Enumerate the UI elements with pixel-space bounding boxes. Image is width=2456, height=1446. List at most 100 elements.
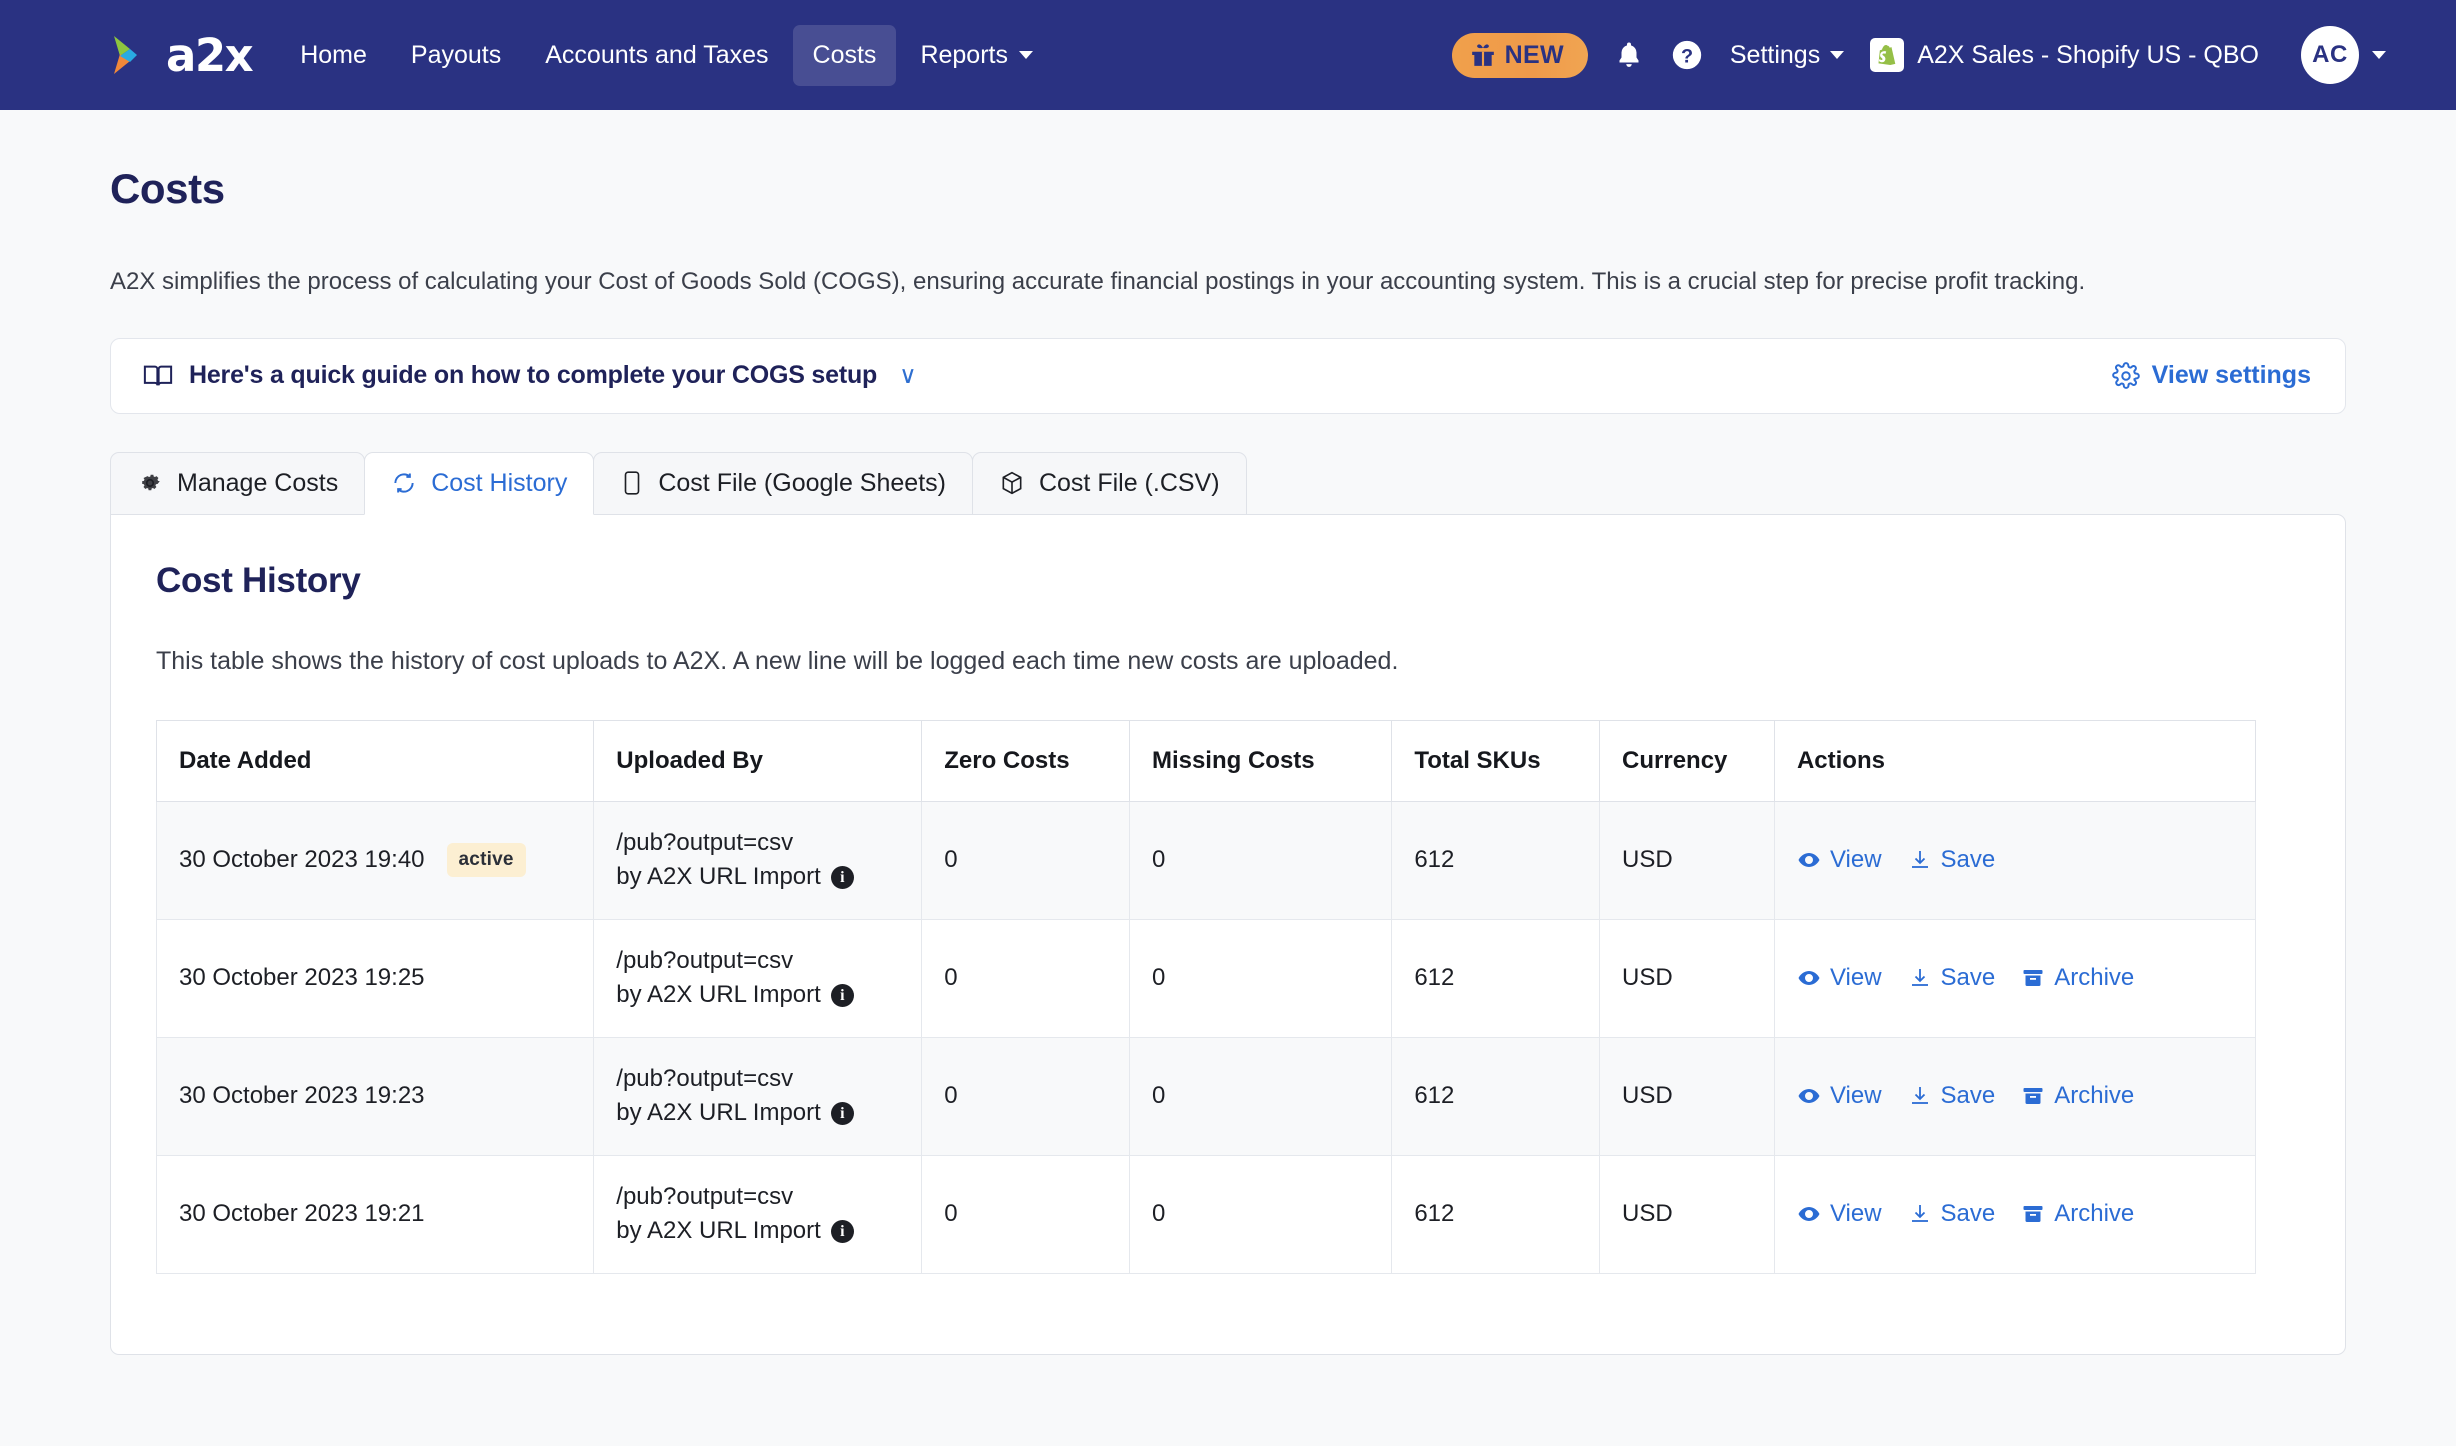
status-badge: active — [446, 843, 526, 878]
brand-logo-link[interactable]: a2x — [110, 32, 254, 78]
cell-actions: View Save — [1773, 800, 2257, 920]
column-header-uploaded-by: Uploaded By — [593, 719, 923, 802]
refresh-icon — [394, 473, 414, 493]
eye-icon — [1798, 971, 1820, 986]
table-row: 30 October 2023 19:40 active /pub?output… — [155, 800, 2257, 920]
account-switcher[interactable]: A2X Sales - Shopify US - QBO — [1870, 38, 2259, 72]
action-label: View — [1829, 846, 1882, 874]
tab-cost-history[interactable]: Cost History — [364, 451, 595, 515]
gear-icon — [2111, 362, 2140, 389]
cell-missing-costs: 0 — [1128, 918, 1393, 1038]
archive-action-button[interactable]: Archive — [2021, 1200, 2134, 1228]
bell-glyph — [1619, 42, 1639, 67]
cost-history-table: Date Added Uploaded By Zero Costs Missin… — [155, 719, 2257, 1274]
action-label: Archive — [2054, 1082, 2135, 1110]
nav-item-costs[interactable]: Costs — [792, 24, 897, 86]
column-header-missing-costs: Missing Costs — [1128, 719, 1393, 802]
cell-currency: USD — [1599, 1154, 1775, 1274]
shopify-glyph — [1878, 45, 1896, 65]
cell-uploaded-by: /pub?output=csv by A2X URL Import i — [593, 918, 923, 1038]
date-text: 30 October 2023 19:40 — [179, 846, 425, 874]
cell-missing-costs: 0 — [1128, 1036, 1393, 1156]
guide-toggle[interactable]: Here's a quick guide on how to complete … — [143, 361, 917, 390]
date-text: 30 October 2023 19:25 — [179, 964, 425, 992]
nav-item-accounts-and-taxes[interactable]: Accounts and Taxes — [525, 25, 788, 86]
nav-item-home[interactable]: Home — [280, 25, 387, 86]
view-settings-button[interactable]: View settings — [2111, 361, 2311, 390]
tab-cost-file-csv[interactable]: Cost File (.CSV) — [971, 451, 1247, 515]
tab-cost-file-google-sheets[interactable]: Cost File (Google Sheets) — [593, 451, 973, 515]
table-body: 30 October 2023 19:40 active /pub?output… — [155, 800, 2257, 1274]
card-description: This table shows the history of cost upl… — [156, 646, 1399, 675]
action-label: Save — [1940, 1082, 1996, 1110]
action-label: Archive — [2054, 1200, 2135, 1228]
user-menu[interactable]: AC — [2301, 26, 2386, 84]
cell-missing-costs: 0 — [1128, 1154, 1393, 1274]
date-text: 30 October 2023 19:21 — [179, 1200, 425, 1228]
cell-date-added: 30 October 2023 19:25 — [155, 918, 595, 1038]
top-navigation-bar: a2x Home Payouts Accounts and Taxes Cost… — [0, 0, 2456, 110]
cell-total-skus: 612 — [1391, 800, 1601, 920]
page-title: Costs — [110, 165, 225, 212]
action-label: View — [1829, 1200, 1882, 1228]
nav-item-payouts[interactable]: Payouts — [391, 25, 521, 86]
gear-icon — [142, 475, 160, 491]
action-label: Save — [1940, 846, 1996, 874]
avatar: AC — [2301, 26, 2359, 84]
account-name: A2X Sales - Shopify US - QBO — [1917, 40, 2259, 69]
table-row: 30 October 2023 19:21 /pub?output=csv by… — [155, 1154, 2257, 1274]
info-icon[interactable]: i — [830, 1102, 854, 1126]
download-icon — [1911, 851, 1928, 869]
cell-actions: View Save — [1773, 1036, 2257, 1156]
cell-uploaded-by: /pub?output=csv by A2X URL Import i — [593, 1036, 923, 1156]
table-row: 30 October 2023 19:25 /pub?output=csv by… — [155, 918, 2257, 1038]
upload-method: by A2X URL Import — [616, 863, 821, 891]
tab-label: Cost History — [431, 468, 568, 497]
shopify-icon — [1870, 38, 1905, 72]
help-icon[interactable]: ? — [1670, 38, 1704, 72]
view-action-button[interactable]: View — [1797, 964, 1882, 992]
upload-method: by A2X URL Import — [616, 1099, 821, 1127]
cube-icon — [1002, 472, 1022, 495]
archive-action-button[interactable]: Archive — [2021, 1082, 2134, 1110]
book-icon — [143, 365, 173, 386]
action-label: Archive — [2054, 964, 2135, 992]
cell-date-added: 30 October 2023 19:23 — [155, 1036, 595, 1156]
action-label: Save — [1940, 1200, 1996, 1228]
primary-nav: Home Payouts Accounts and Taxes Costs Re… — [280, 24, 1053, 86]
archive-icon — [2023, 970, 2043, 987]
date-text: 30 October 2023 19:23 — [179, 1082, 425, 1110]
guide-banner-text: Here's a quick guide on how to complete … — [189, 361, 878, 390]
column-header-zero-costs: Zero Costs — [921, 719, 1130, 802]
cost-tabs: Manage Costs Cost History Cost File (Goo… — [110, 451, 2346, 515]
nav-item-label: Reports — [920, 40, 1008, 69]
archive-action-button[interactable]: Archive — [2021, 964, 2134, 992]
cost-history-card: Cost History This table shows the histor… — [110, 513, 2346, 1355]
info-icon[interactable]: i — [830, 866, 854, 890]
archive-icon — [2023, 1206, 2043, 1223]
download-icon — [1911, 969, 1928, 987]
cell-zero-costs: 0 — [921, 918, 1130, 1038]
settings-menu[interactable]: Settings — [1730, 41, 1845, 70]
tab-label: Cost File (.CSV) — [1038, 468, 1220, 497]
tab-manage-costs[interactable]: Manage Costs — [110, 451, 366, 515]
view-action-button[interactable]: View — [1797, 846, 1882, 874]
save-action-button[interactable]: Save — [1908, 846, 1996, 874]
save-action-button[interactable]: Save — [1908, 1082, 1996, 1110]
view-action-button[interactable]: View — [1797, 1200, 1882, 1228]
save-action-button[interactable]: Save — [1908, 964, 1995, 992]
eye-icon — [1798, 853, 1820, 868]
cell-total-skus: 612 — [1391, 1154, 1601, 1274]
chevron-down-icon — [2372, 51, 2386, 59]
info-icon[interactable]: i — [830, 984, 854, 1008]
view-action-button[interactable]: View — [1797, 1082, 1882, 1110]
bell-icon[interactable] — [1614, 40, 1644, 70]
nav-item-reports[interactable]: Reports — [900, 25, 1053, 86]
download-icon — [1911, 1205, 1928, 1223]
action-label: View — [1829, 964, 1882, 992]
info-icon[interactable]: i — [830, 1220, 854, 1244]
svg-text:?: ? — [1681, 45, 1693, 67]
new-features-button[interactable]: NEW — [1451, 32, 1588, 78]
cell-total-skus: 612 — [1391, 918, 1601, 1038]
save-action-button[interactable]: Save — [1908, 1200, 1996, 1228]
